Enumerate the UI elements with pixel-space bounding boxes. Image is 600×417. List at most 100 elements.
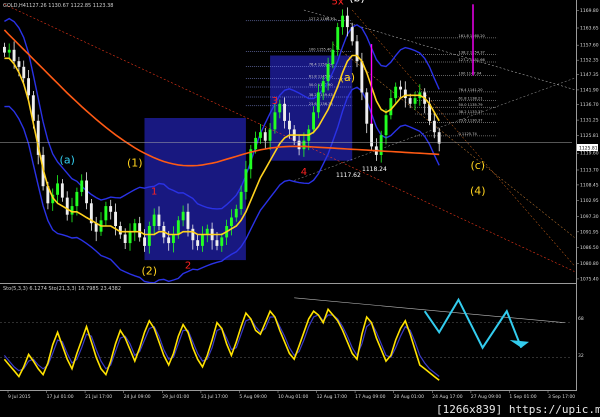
- candle-body: [259, 132, 262, 138]
- candle-body: [278, 103, 282, 113]
- y-tick-label: 1113.70: [580, 168, 599, 174]
- candle-body: [321, 81, 325, 93]
- candle-body: [60, 183, 64, 198]
- candle-body: [384, 115, 388, 136]
- candle-body: [138, 223, 142, 238]
- fib-label: 38.2 1133.37: [459, 110, 483, 114]
- x-tick-label: 17 Aug 09:00: [355, 394, 385, 400]
- fib-label: 100 1147.04: [459, 71, 483, 75]
- candle-body: [3, 46, 6, 53]
- candle-body: [172, 234, 175, 243]
- candle-body: [283, 103, 286, 121]
- candle-body: [143, 237, 146, 246]
- candle-body: [220, 237, 224, 246]
- x-tick-label: 21 Jul 17:00: [85, 394, 112, 400]
- wave-label: (2): [142, 264, 158, 277]
- y-tick-label: 1163.65: [580, 26, 599, 32]
- wave-label: (1): [127, 156, 143, 169]
- candle-body: [176, 220, 180, 235]
- candle-body: [109, 206, 113, 212]
- x-tick-label: 12 Aug 17:00: [317, 394, 347, 400]
- candle-body: [355, 41, 359, 62]
- wave-label: 1: [151, 187, 157, 198]
- wave-label: (b): [349, 0, 365, 5]
- candle-body: [312, 112, 315, 130]
- fib-label: 61.8 1138.21: [459, 96, 483, 100]
- candle-body: [350, 27, 354, 42]
- x-tick-label: 5 Aug 09:00: [239, 394, 267, 400]
- candle-body: [215, 240, 219, 246]
- candle-body: [104, 206, 108, 221]
- candle-body: [191, 228, 195, 241]
- candle-body: [147, 226, 151, 246]
- y-tick-label: 1097.30: [580, 214, 599, 220]
- candle-body: [244, 169, 248, 192]
- y-tick-label: 1141.90: [580, 87, 599, 93]
- price-label-low-b: 1118.24: [362, 166, 387, 173]
- wave-label: 2: [185, 261, 191, 272]
- ohlc-readout: 1127.26 1130.67 1122.85 1123.38: [26, 3, 113, 9]
- wave-label: (a): [340, 71, 355, 84]
- y-tick-label: 1152.35: [580, 58, 599, 64]
- candle-body: [201, 234, 204, 246]
- y-tick-label: 1091.95: [580, 229, 599, 235]
- wave-label: (4): [470, 185, 486, 198]
- candle-body: [370, 123, 373, 147]
- wave-label: 4: [301, 167, 307, 178]
- x-tick-label: 24 Aug 17:00: [432, 394, 462, 400]
- x-tick-label: 17 Jul 01:00: [47, 394, 74, 400]
- y-tick-label: 1119.60: [580, 151, 599, 157]
- candle-body: [167, 237, 171, 244]
- x-tick-label: 20 Aug 01:00: [394, 394, 424, 400]
- candle-body: [133, 223, 137, 232]
- oscillator-label: Sto(5,3,3) 6.1274 Sto(21,3,3) 16.7985 23…: [3, 286, 121, 292]
- candle-body: [230, 217, 233, 226]
- y-tick-label: 1131.25: [580, 118, 599, 124]
- candle-body: [196, 240, 200, 246]
- y-tick-label: 1157.60: [580, 43, 599, 49]
- y-tick-label: 1102.95: [580, 198, 599, 204]
- candle-body: [341, 15, 344, 28]
- y-tick-label: 1147.35: [580, 72, 599, 78]
- osc-tick-68: 68: [578, 316, 584, 322]
- y-tick-label: 1080.80: [580, 261, 599, 267]
- candle-body: [56, 183, 59, 195]
- candle-body: [186, 211, 190, 229]
- consolidation-box: [144, 118, 246, 261]
- candle-body: [297, 140, 301, 150]
- y-tick-label: 1086.50: [580, 245, 599, 251]
- fib-label: 138.2 1154.37: [459, 50, 485, 54]
- fib-label: 76.4 1150.14: [309, 63, 334, 67]
- candle-body: [239, 191, 243, 209]
- y-tick-label: 1169.80: [580, 8, 599, 14]
- fib-label: 0 1125.74: [459, 132, 478, 136]
- x-tick-label: 9 Jul 2015: [8, 394, 31, 400]
- candle-body: [394, 86, 398, 99]
- candle-body: [268, 129, 272, 141]
- candle-body: [379, 135, 383, 155]
- watermark: [1266x839] https://upic.me/: [436, 403, 600, 416]
- y-tick-label: 1125.81: [580, 133, 599, 139]
- candle-body: [152, 214, 156, 226]
- candle-body: [7, 49, 11, 53]
- price-label-low-a: 1117.62: [336, 172, 361, 179]
- x-tick-label: 1 Sep 01:00: [509, 394, 536, 400]
- candle-body: [437, 132, 441, 144]
- candle-body: [17, 61, 21, 67]
- osc-tick-32: 32: [578, 353, 584, 359]
- candle-body: [413, 98, 417, 104]
- x-tick-label: 3 Sep 17:00: [548, 394, 575, 400]
- fib-label: 50.0 1135.79: [459, 103, 484, 107]
- fib-label: 127.2 1166.23: [309, 17, 335, 21]
- candle-body: [316, 92, 320, 113]
- candle-body: [408, 98, 412, 104]
- x-tick-label: 29 Jul 01:00: [162, 394, 189, 400]
- wave-label: 5x: [332, 0, 344, 7]
- candle-body: [288, 120, 291, 130]
- fib-label: 50.0 1142.90: [309, 83, 334, 87]
- candle-body: [128, 231, 132, 244]
- candle-body: [234, 208, 238, 218]
- candle-body: [181, 211, 185, 221]
- current-price-text: 1125.81: [579, 146, 598, 152]
- candle-body: [27, 78, 30, 96]
